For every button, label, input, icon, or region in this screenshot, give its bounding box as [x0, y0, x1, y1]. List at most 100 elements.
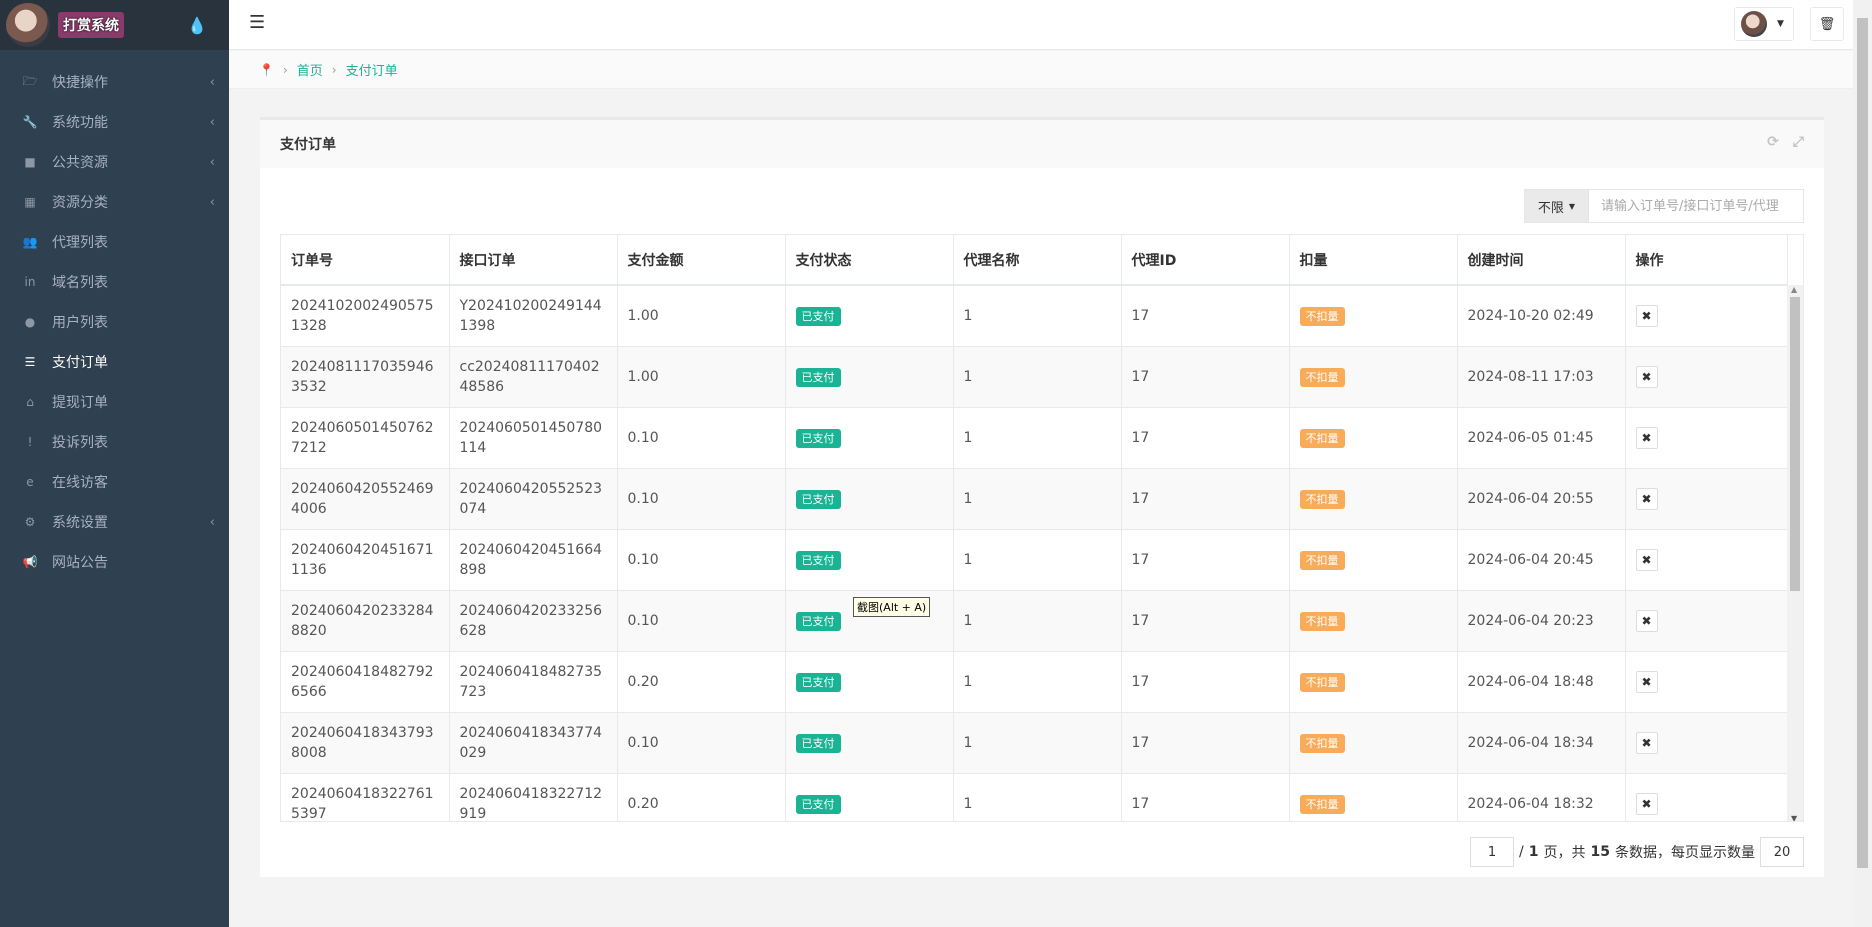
clear-cache-button[interactable]: 🗑 — [1810, 7, 1844, 41]
sidebar-item[interactable]: ⚙ 系统设置 ‹ — [0, 502, 229, 542]
cell-agent-name: 1 — [953, 284, 1122, 346]
pagination: 1 / 1 页，共 15 条数据，每页显示数量 20 — [1470, 837, 1804, 867]
cell-api-order: 2024060420451664898 — [449, 528, 618, 590]
cell-status: 已支付 — [785, 406, 954, 468]
sidebar-item-label: 投诉列表 — [52, 435, 108, 451]
column-header: 支付状态 — [785, 235, 954, 286]
table-scroll-thumb[interactable] — [1790, 297, 1800, 591]
page-number-input[interactable]: 1 — [1470, 837, 1515, 867]
sidebar-item[interactable]: ● 用户列表 — [0, 302, 229, 342]
chevron-left-icon: ‹ — [209, 514, 215, 530]
table-row: 20240604183437938008 2024060418343774029 0… — [281, 711, 1788, 773]
cell-deduct: 不扣量 — [1289, 772, 1458, 821]
refresh-icon[interactable]: ⟳ — [1767, 134, 1779, 150]
delete-order-button[interactable]: ✖ — [1635, 487, 1658, 510]
cell-agent-name: 1 — [953, 406, 1122, 468]
ie-icon: e — [26, 475, 34, 489]
cell-actions: ✖ — [1625, 589, 1788, 651]
deduct-badge: 不扣量 — [1299, 611, 1345, 631]
delete-order-button[interactable]: ✖ — [1635, 304, 1658, 327]
scroll-up-icon[interactable]: ▲ — [1791, 285, 1797, 294]
sidebar-item[interactable]: 🗁 快捷操作 ‹ — [0, 62, 229, 102]
cell-actions: ✖ — [1625, 467, 1788, 529]
delete-order-button[interactable]: ✖ — [1635, 792, 1658, 815]
orders-panel: 支付订单 ⟳ ⤢ 不限 ▼ 订单号接口订单支付金额支付状态代理名称代理ID扣量创… — [260, 117, 1824, 877]
cell-deduct: 不扣量 — [1289, 467, 1458, 529]
cell-created: 2024-08-11 17:03 — [1457, 345, 1626, 407]
sidebar-item[interactable]: ▦ 资源分类 ‹ — [0, 182, 229, 222]
sidebar-item[interactable]: ■ 公共资源 ‹ — [0, 142, 229, 182]
cell-order-no: 20240604183227615397 — [281, 772, 450, 821]
theme-drop-icon[interactable]: 💧 — [187, 16, 207, 35]
cell-created: 2024-06-04 18:32 — [1457, 772, 1626, 821]
menu-toggle-icon[interactable]: ☰ — [249, 12, 265, 33]
page-scrollbar[interactable] — [1853, 0, 1872, 927]
page-scroll-thumb[interactable] — [1857, 18, 1868, 868]
exclamation-circle-icon: ! — [27, 435, 33, 449]
user-menu-button[interactable]: ▼ — [1734, 7, 1794, 41]
delete-order-button[interactable]: ✖ — [1635, 426, 1658, 449]
scroll-down-icon[interactable]: ▼ — [1791, 814, 1797, 821]
cell-actions: ✖ — [1625, 284, 1788, 346]
sidebar-item[interactable]: ! 投诉列表 — [0, 422, 229, 462]
orders-table: 订单号 接口订单 支付金额 支付状态 代理名称 代理ID 扣量 创建时间 操作 20241020… — [281, 235, 1788, 821]
cell-agent-id: 17 — [1121, 772, 1290, 821]
cell-agent-name: 1 — [953, 345, 1122, 407]
pager-slash: / — [1519, 844, 1524, 860]
sidebar: 打赏系统 💧 🗁 快捷操作 ‹ 🔧 系统功能 ‹ ■ 公共资源 ‹ ▦ 资源分类 ‹ 👥 代理列表 in 域名… — [0, 0, 229, 927]
delete-order-button[interactable]: ✖ — [1635, 548, 1658, 571]
cell-actions: ✖ — [1625, 772, 1788, 821]
delete-order-button[interactable]: ✖ — [1635, 609, 1658, 632]
table-scrollbar[interactable]: ▲ ▼ — [1787, 285, 1803, 821]
sidebar-item[interactable]: in 域名列表 — [0, 262, 229, 302]
cell-amount: 1.00 — [617, 284, 786, 346]
sidebar-item[interactable]: e 在线访客 — [0, 462, 229, 502]
breadcrumb-current[interactable]: 支付订单 — [346, 60, 398, 79]
sidebar-item-label: 用户列表 — [52, 315, 108, 331]
deduct-badge: 不扣量 — [1299, 489, 1345, 509]
table-row: 20240604202332848820 2024060420233256628 0… — [281, 589, 1788, 651]
filter-dropdown[interactable]: 不限 ▼ — [1524, 189, 1589, 223]
breadcrumb: 📍 › 首页 › 支付订单 — [229, 51, 1853, 89]
trash-icon: 🗑 — [1818, 16, 1836, 32]
delete-order-button[interactable]: ✖ — [1635, 670, 1658, 693]
column-header: 接口订单 — [449, 235, 618, 286]
cell-created: 2024-06-04 18:48 — [1457, 650, 1626, 712]
orders-table-wrap: 订单号 接口订单 支付金额 支付状态 代理名称 代理ID 扣量 创建时间 操作 20241020… — [280, 234, 1804, 822]
delete-order-button[interactable]: ✖ — [1635, 731, 1658, 754]
cell-created: 2024-10-20 02:49 — [1457, 284, 1626, 346]
page-size-input[interactable]: 20 — [1760, 837, 1804, 867]
search-input[interactable] — [1589, 189, 1804, 223]
cell-agent-id: 17 — [1121, 589, 1290, 651]
expand-icon[interactable]: ⤢ — [1793, 134, 1804, 150]
table-row: 20240604183227615397 2024060418322712919 0… — [281, 772, 1788, 821]
cell-agent-name: 1 — [953, 467, 1122, 529]
sidebar-item[interactable]: ☰ 支付订单 — [0, 342, 229, 382]
sidebar-item[interactable]: 🔧 系统功能 ‹ — [0, 102, 229, 142]
bullhorn-icon: 📢 — [22, 555, 38, 569]
cell-actions: ✖ — [1625, 406, 1788, 468]
sidebar-item-label: 系统功能 — [52, 115, 108, 131]
sidebar-item-label: 公共资源 — [52, 155, 108, 171]
cell-order-no: 20240605014507627212 — [281, 406, 450, 468]
cell-amount: 0.20 — [617, 772, 786, 821]
brand-header: 打赏系统 💧 — [0, 0, 229, 50]
breadcrumb-separator: › — [282, 62, 288, 77]
deduct-badge: 不扣量 — [1299, 672, 1345, 692]
cell-created: 2024-06-04 20:55 — [1457, 467, 1626, 529]
cell-agent-id: 17 — [1121, 406, 1290, 468]
chevron-left-icon: ‹ — [209, 154, 215, 170]
cell-amount: 0.10 — [617, 589, 786, 651]
cell-actions: ✖ — [1625, 345, 1788, 407]
caret-down-icon: ▼ — [1777, 19, 1784, 29]
delete-order-button[interactable]: ✖ — [1635, 365, 1658, 388]
column-header: 扣量 — [1289, 235, 1458, 286]
linkedin-icon: in — [24, 275, 36, 289]
breadcrumb-home[interactable]: 首页 — [297, 60, 323, 79]
sidebar-item[interactable]: ⌂ 提现订单 — [0, 382, 229, 422]
user-icon: ● — [24, 315, 36, 329]
sidebar-item[interactable]: 📢 网站公告 — [0, 542, 229, 582]
sidebar-item[interactable]: 👥 代理列表 — [0, 222, 229, 262]
screenshot-tooltip: 截图(Alt + A) — [853, 597, 931, 617]
table-header-row: 订单号 接口订单 支付金额 支付状态 代理名称 代理ID 扣量 创建时间 操作 — [281, 235, 1788, 286]
